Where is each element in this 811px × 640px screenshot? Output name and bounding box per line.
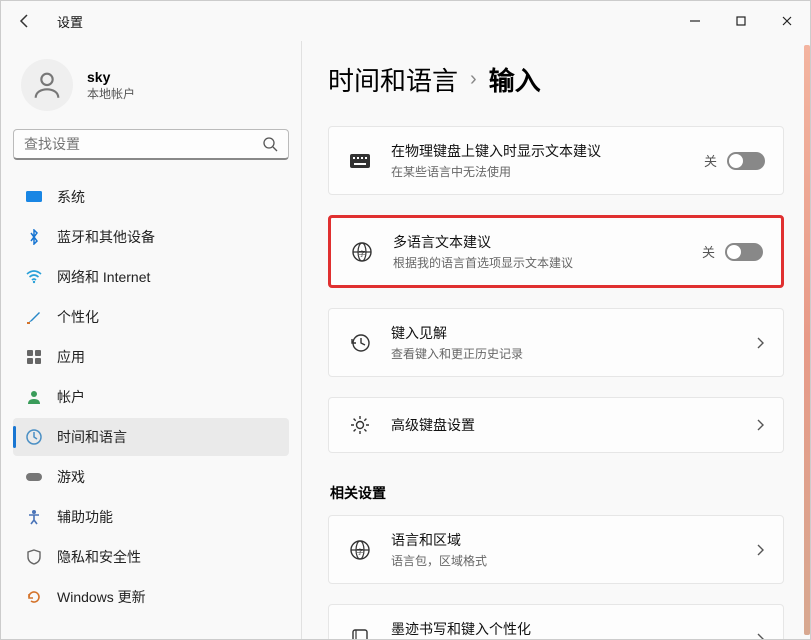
brush-icon — [25, 308, 43, 326]
card-advanced-keyboard[interactable]: 高级键盘设置 — [328, 397, 784, 453]
nav-personalization[interactable]: 个性化 — [13, 298, 289, 336]
nav-system[interactable]: 系统 — [13, 178, 289, 216]
breadcrumb-current: 输入 — [489, 61, 541, 98]
nav-gaming[interactable]: 游戏 — [13, 458, 289, 496]
titlebar-left: 设置 — [9, 5, 83, 37]
keyboard-icon — [347, 148, 373, 174]
card-body: 高级键盘设置 — [391, 415, 737, 435]
search-box[interactable] — [13, 129, 289, 160]
nav-label: 时间和语言 — [57, 427, 127, 447]
chevron-right-icon — [755, 336, 765, 350]
nav-accounts[interactable]: 帐户 — [13, 378, 289, 416]
window-edge-decoration — [804, 45, 810, 635]
toggle-multilingual-suggestions[interactable] — [725, 243, 763, 261]
main-pane: 时间和语言 › 输入 在物理键盘上键入时显示文本建议 在某些语言中无法使用 关 … — [301, 41, 810, 639]
card-title: 语言和区域 — [391, 530, 737, 550]
card-typing-insights[interactable]: 键入见解 查看键入和更正历史记录 — [328, 308, 784, 377]
card-sub: 查看键入和更正历史记录 — [391, 345, 737, 362]
globe-clock-icon — [25, 428, 43, 446]
language-globe-icon: 字 — [347, 537, 373, 563]
nav-label: 蓝牙和其他设备 — [57, 227, 155, 247]
breadcrumb-parent[interactable]: 时间和语言 — [328, 61, 458, 98]
user-block[interactable]: sky 本地帐户 — [13, 53, 289, 129]
nav-label: 辅助功能 — [57, 507, 113, 527]
card-body: 多语言文本建议 根据我的语言首选项显示文本建议 — [393, 232, 684, 271]
history-icon — [347, 330, 373, 356]
nav-label: 网络和 Internet — [57, 267, 150, 287]
card-title: 在物理键盘上键入时显示文本建议 — [391, 141, 686, 161]
toggle-hardware-suggestions[interactable] — [727, 152, 765, 170]
card-body: 墨迹书写和键入个性化 个人字典 — [391, 619, 737, 639]
gear-icon — [347, 412, 373, 438]
card-title: 多语言文本建议 — [393, 232, 684, 252]
nav-network[interactable]: 网络和 Internet — [13, 258, 289, 296]
window-controls — [672, 1, 810, 41]
nav-privacy[interactable]: 隐私和安全性 — [13, 538, 289, 576]
language-globe-icon: 字 — [349, 239, 375, 265]
toggle-state-label: 关 — [702, 242, 715, 261]
sidebar: sky 本地帐户 系统 蓝牙和其他设备 网络和 Internet 个性化 应用 … — [1, 41, 301, 639]
close-button[interactable] — [764, 1, 810, 41]
card-inking-typing[interactable]: 墨迹书写和键入个性化 个人字典 — [328, 604, 784, 639]
svg-text:字: 字 — [357, 547, 364, 556]
nav-label: 隐私和安全性 — [57, 547, 141, 567]
title-bar: 设置 — [1, 1, 810, 41]
card-body: 键入见解 查看键入和更正历史记录 — [391, 323, 737, 362]
card-body: 语言和区域 语言包，区域格式 — [391, 530, 737, 569]
nav-label: Windows 更新 — [57, 587, 146, 607]
card-title: 高级键盘设置 — [391, 415, 737, 435]
bluetooth-icon — [25, 228, 43, 246]
card-hardware-suggestions[interactable]: 在物理键盘上键入时显示文本建议 在某些语言中无法使用 关 — [328, 126, 784, 195]
nav-accessibility[interactable]: 辅助功能 — [13, 498, 289, 536]
card-sub: 根据我的语言首选项显示文本建议 — [393, 254, 684, 271]
chevron-right-icon — [755, 543, 765, 557]
card-body: 在物理键盘上键入时显示文本建议 在某些语言中无法使用 — [391, 141, 686, 180]
display-icon — [25, 188, 43, 206]
nav-label: 系统 — [57, 187, 85, 207]
card-language-region[interactable]: 字 语言和区域 语言包，区域格式 — [328, 515, 784, 584]
card-multilingual-suggestions[interactable]: 字 多语言文本建议 根据我的语言首选项显示文本建议 关 — [328, 215, 784, 288]
apps-icon — [25, 348, 43, 366]
chevron-right-icon — [755, 632, 765, 640]
minimize-button[interactable] — [672, 1, 718, 41]
nav-apps[interactable]: 应用 — [13, 338, 289, 376]
nav-windows-update[interactable]: Windows 更新 — [13, 578, 289, 616]
content: sky 本地帐户 系统 蓝牙和其他设备 网络和 Internet 个性化 应用 … — [1, 41, 810, 639]
section-related-label: 相关设置 — [330, 483, 784, 503]
search-icon — [262, 136, 278, 152]
person-icon — [25, 388, 43, 406]
card-right: 关 — [702, 242, 763, 261]
wifi-icon — [25, 268, 43, 286]
card-sub: 在某些语言中无法使用 — [391, 163, 686, 180]
nav-label: 个性化 — [57, 307, 99, 327]
shield-icon — [25, 548, 43, 566]
nav-bluetooth[interactable]: 蓝牙和其他设备 — [13, 218, 289, 256]
back-button[interactable] — [9, 5, 41, 37]
app-title: 设置 — [57, 12, 83, 31]
dictionary-icon — [347, 626, 373, 640]
accessibility-icon — [25, 508, 43, 526]
chevron-right-icon: › — [470, 68, 477, 91]
user-text: sky 本地帐户 — [87, 69, 135, 102]
chevron-right-icon — [755, 418, 765, 432]
card-sub: 语言包，区域格式 — [391, 552, 737, 569]
nav-time-language[interactable]: 时间和语言 — [13, 418, 289, 456]
nav-label: 帐户 — [57, 387, 85, 407]
toggle-state-label: 关 — [704, 151, 717, 170]
svg-text:字: 字 — [359, 249, 366, 258]
user-name: sky — [87, 69, 135, 85]
nav-label: 应用 — [57, 347, 85, 367]
search-input[interactable] — [24, 136, 262, 152]
gamepad-icon — [25, 468, 43, 486]
card-title: 墨迹书写和键入个性化 — [391, 619, 737, 639]
maximize-button[interactable] — [718, 1, 764, 41]
nav-label: 游戏 — [57, 467, 85, 487]
breadcrumb: 时间和语言 › 输入 — [328, 61, 784, 98]
update-icon — [25, 588, 43, 606]
card-title: 键入见解 — [391, 323, 737, 343]
nav-list: 系统 蓝牙和其他设备 网络和 Internet 个性化 应用 帐户 时间和语言 … — [13, 178, 289, 616]
user-sub: 本地帐户 — [87, 85, 135, 102]
card-right: 关 — [704, 151, 765, 170]
avatar — [21, 59, 73, 111]
